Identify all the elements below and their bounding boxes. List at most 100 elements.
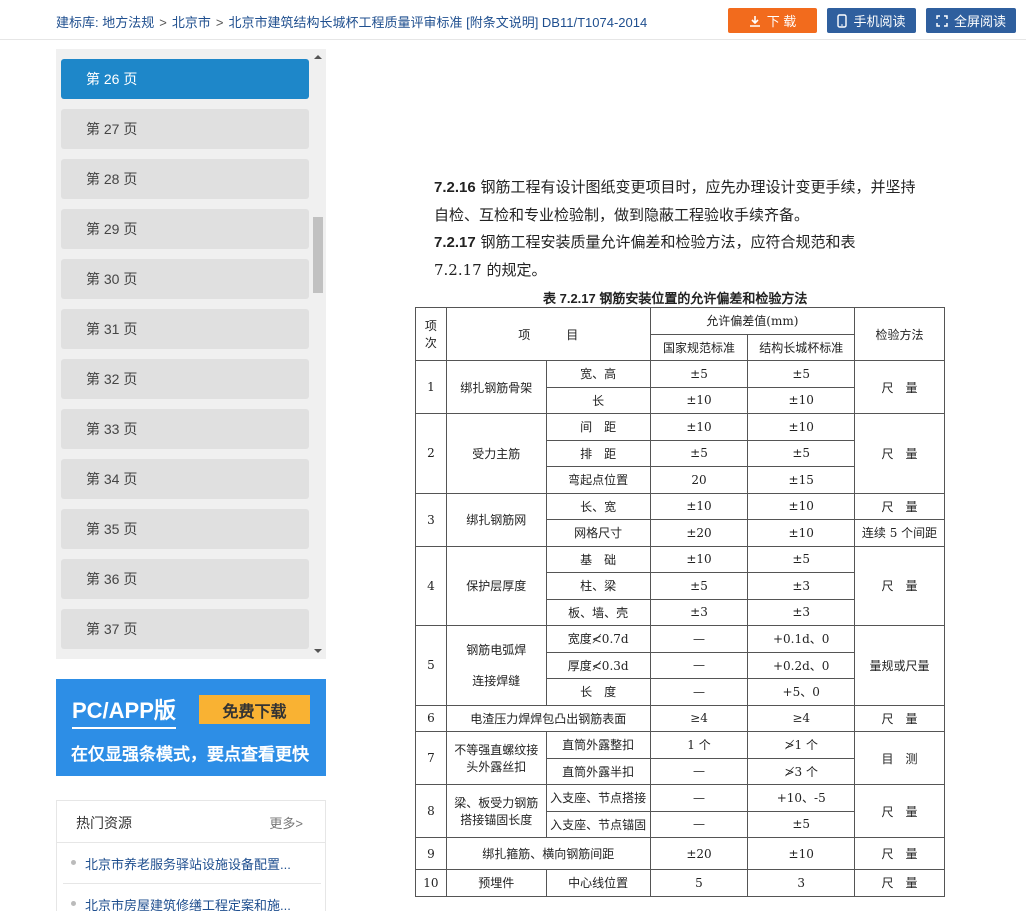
fullscreen-icon: [936, 14, 948, 27]
table-cell: 宽、高: [545, 360, 651, 388]
table-cell: ±10: [747, 413, 856, 441]
breadcrumb-current-document: 北京市建筑结构长城杯工程质量评审标准 [附条文说明] DB11/T1074-20…: [228, 15, 648, 30]
page-item-32[interactable]: 第 32 页: [61, 359, 309, 399]
table-cell: 4: [415, 545, 447, 626]
page-item-36[interactable]: 第 36 页: [61, 559, 309, 599]
scroll-thumb[interactable]: [313, 217, 323, 293]
table-cell: 目 测: [854, 731, 945, 785]
table-cell: 长、宽: [545, 492, 651, 520]
app-promo-banner[interactable]: PC/APP版 免费下载 在仅显强条模式，要点查看更快: [56, 679, 326, 776]
table-cell: 钢筋电弧焊 连接焊缝: [445, 625, 547, 706]
table-cell: 1 个: [649, 731, 749, 759]
header-cell: 项 目: [445, 307, 651, 361]
table-cell: 量规或尺量: [854, 625, 945, 706]
table-row: 2 受力主筋 间 距 ±10 ±10 尺 量: [415, 413, 945, 494]
table-cell: 8: [415, 784, 447, 838]
table-cell: 绑扎钢筋网: [445, 492, 547, 547]
table-cell: 厚度≮0.3d: [545, 651, 651, 679]
hot-resource-item[interactable]: 北京市房屋建筑修缮工程定案和施...: [69, 895, 309, 911]
download-button[interactable]: 下 载: [728, 8, 817, 33]
tolerance-table: 项次 项 目 允许偏差值(mm) 检验方法 国家规范标准 结构长城杯标准 1 绑…: [415, 307, 945, 897]
breadcrumb-beijing[interactable]: 北京市: [172, 15, 211, 30]
table-cell: —: [649, 678, 749, 706]
header-cell: 国家规范标准: [649, 333, 749, 361]
table-cell: 保护层厚度: [445, 545, 547, 626]
header-cell: 项次: [415, 307, 447, 361]
download-icon: [749, 15, 761, 27]
page-item-37[interactable]: 第 37 页: [61, 609, 309, 649]
table-cell: 尺 量: [854, 784, 945, 838]
table-row: 8 梁、板受力钢筋 搭接锚固长度 入支座、节点搭接 — +10、-5 尺 量: [415, 784, 945, 838]
scroll-down-arrow-icon[interactable]: [314, 649, 322, 653]
page-item-26[interactable]: 第 26 页: [61, 59, 309, 99]
download-label: 下 载: [766, 14, 797, 29]
promo-title: PC/APP版: [72, 693, 176, 729]
page-item-30[interactable]: 第 30 页: [61, 259, 309, 299]
page-item-31[interactable]: 第 31 页: [61, 309, 309, 349]
page-item-27[interactable]: 第 27 页: [61, 109, 309, 149]
page-item-29[interactable]: 第 29 页: [61, 209, 309, 249]
table-cell: ±3: [649, 598, 749, 626]
table-cell: 3: [747, 869, 856, 897]
clause-number: 7.2.16: [434, 179, 476, 196]
table-cell: 尺 量: [854, 492, 945, 520]
table-cell: ±3: [747, 572, 856, 600]
table-cell: +10、-5: [747, 784, 856, 812]
table-row: 7 不等强直螺纹接 头外露丝扣 直筒外露整扣 1 个 ≯1 个 目 测: [415, 731, 945, 785]
table-cell: —: [649, 625, 749, 653]
table-cell: 6: [415, 704, 447, 732]
table-cell: 中心线位置: [545, 869, 651, 897]
table-cell: ±3: [747, 598, 856, 626]
table-cell: 排 距: [545, 439, 651, 467]
table-cell: ±10: [649, 545, 749, 573]
free-download-button[interactable]: 免费下载: [199, 695, 310, 724]
scroll-up-arrow-icon[interactable]: [314, 55, 322, 59]
page-item-35[interactable]: 第 35 页: [61, 509, 309, 549]
table-cell: ≥4: [649, 704, 749, 732]
mobile-read-button[interactable]: 手机阅读: [827, 8, 916, 33]
hot-resource-item[interactable]: 北京市养老服务驿站设施设备配置...: [69, 854, 309, 873]
table-cell: 尺 量: [854, 360, 945, 414]
breadcrumb-local-regulations[interactable]: 地方法规: [102, 15, 154, 30]
table-cell: 连续 5 个间距: [854, 519, 945, 547]
clause-text: 钢筋工程有设计图纸变更项目时，应先办理设计变更手续，并坚持: [475, 178, 916, 196]
table-cell: 7: [415, 731, 447, 785]
table-cell: 直筒外露半扣: [545, 757, 651, 785]
table-cell: 尺 量: [854, 837, 945, 870]
table-cell: 入支座、节点锚固: [545, 810, 651, 838]
breadcrumb-separator: >: [159, 15, 167, 30]
document-page: 7.2.16 钢筋工程有设计图纸变更项目时，应先办理设计变更手续，并坚持 自检、…: [340, 40, 1026, 911]
table-cell: 梁、板受力钢筋 搭接锚固长度: [445, 784, 547, 838]
table-row: 9 绑扎箍筋、横向钢筋间距 ±20 ±10 尺 量: [415, 837, 945, 870]
table-cell: ≯1 个: [747, 731, 856, 759]
table-cell: ±5: [649, 572, 749, 600]
clause-text: 钢筋工程安装质量允许偏差和检验方法，应符合规范和表: [475, 233, 856, 251]
page-item-33[interactable]: 第 33 页: [61, 409, 309, 449]
clause-7-2-16-cont: 自检、互检和专业检验制，做到隐蔽工程验收手续齐备。: [434, 206, 810, 224]
breadcrumb: 建标库: 地方法规 > 北京市 > 北京市建筑结构长城杯工程质量评审标准 [附条文说明]…: [56, 12, 647, 31]
table-header-row: 项次 项 目 允许偏差值(mm) 检验方法: [415, 307, 945, 361]
fullscreen-read-button[interactable]: 全屏阅读: [926, 8, 1016, 33]
page-list: 第 26 页 第 27 页 第 28 页 第 29 页 第 30 页 第 31 …: [56, 49, 326, 659]
table-cell: ±10: [747, 492, 856, 520]
promo-subtitle: 在仅显强条模式，要点查看更快: [71, 745, 309, 764]
table-cell: ±15: [747, 466, 856, 494]
table-cell: 基 础: [545, 545, 651, 573]
table-cell: ±10: [649, 492, 749, 520]
table-cell: ±20: [649, 519, 749, 547]
table-cell: ±5: [747, 810, 856, 838]
page-item-28[interactable]: 第 28 页: [61, 159, 309, 199]
table-cell: 间 距: [545, 413, 651, 441]
table-row: 1 绑扎钢筋骨架 宽、高 ±5 ±5 尺 量: [415, 360, 945, 414]
table-cell: 10: [415, 869, 447, 897]
table-cell: ±5: [649, 439, 749, 467]
breadcrumb-site[interactable]: 建标库:: [56, 15, 99, 30]
table-cell: 受力主筋: [445, 413, 547, 494]
table-cell: ±10: [747, 519, 856, 547]
page-item-34[interactable]: 第 34 页: [61, 459, 309, 499]
table-cell: —: [649, 784, 749, 812]
table-cell: ±5: [747, 545, 856, 573]
page-list-scrollbar[interactable]: [309, 49, 326, 659]
more-link[interactable]: 更多>: [269, 813, 303, 832]
table-cell: —: [649, 651, 749, 679]
